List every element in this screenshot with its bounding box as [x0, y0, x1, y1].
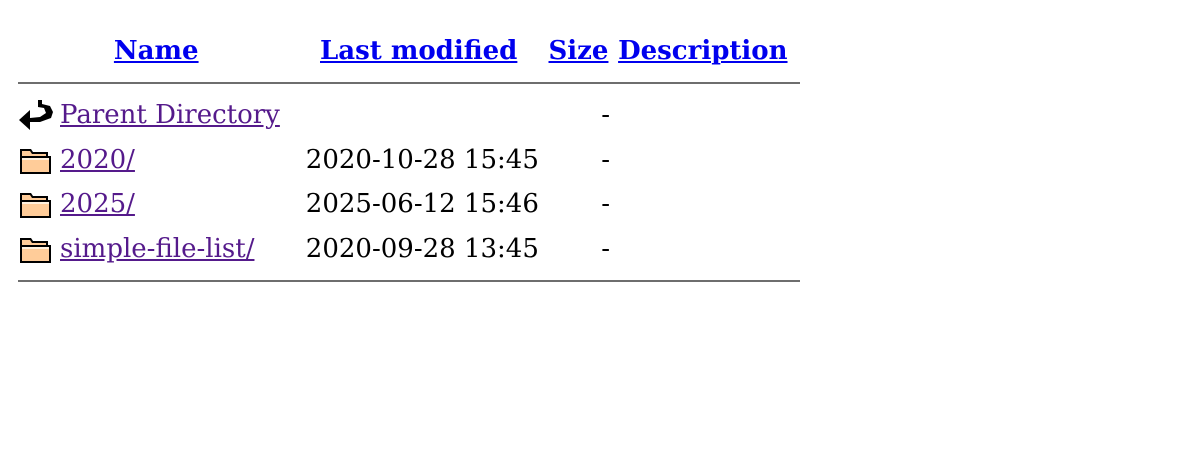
sort-by-description-link[interactable]: Description: [618, 36, 787, 66]
folder-icon: [18, 143, 54, 177]
description-cell: [614, 138, 800, 183]
folder-icon: [18, 187, 54, 221]
last-modified-cell: 2020-09-28 13:45: [305, 234, 539, 265]
description-cell: [614, 227, 800, 272]
parent-directory-link[interactable]: Parent Directory: [60, 100, 280, 130]
folder-icon: [18, 232, 54, 266]
bottom-rule: [18, 280, 800, 283]
top-separator-row: [18, 73, 800, 93]
table-row: Parent Directory -: [18, 93, 800, 138]
directory-listing-table: Name Last modified Size Description Pare…: [18, 28, 800, 291]
last-modified-cell: 2020-10-28 15:45: [305, 144, 539, 175]
size-cell: -: [601, 100, 611, 131]
folder-link-2025[interactable]: 2025/: [60, 189, 135, 219]
bottom-separator-row: [18, 271, 800, 291]
back-arrow-icon: [18, 98, 54, 132]
sort-by-name-link[interactable]: Name: [114, 36, 199, 66]
sort-by-size-link[interactable]: Size: [549, 36, 609, 66]
description-cell: [614, 93, 800, 138]
table-row: simple-file-list/ 2020-09-28 13:45 -: [18, 227, 800, 272]
size-cell: -: [601, 144, 611, 175]
size-cell: -: [601, 234, 611, 265]
description-cell: [614, 182, 800, 227]
last-modified-cell: [295, 93, 543, 138]
folder-link-simple-file-list[interactable]: simple-file-list/: [60, 234, 254, 264]
name-column-header: Name: [18, 28, 295, 73]
top-rule: [18, 82, 800, 84]
size-column-header: Size: [543, 28, 614, 73]
folder-link-2020[interactable]: 2020/: [60, 145, 135, 175]
sort-by-last-modified-link[interactable]: Last modified: [320, 36, 517, 66]
description-column-header: Description: [614, 28, 800, 73]
header-row: Name Last modified Size Description: [18, 28, 800, 73]
last-modified-column-header: Last modified: [295, 28, 543, 73]
size-cell: -: [601, 189, 611, 220]
table-row: 2020/ 2020-10-28 15:45 -: [18, 138, 800, 183]
last-modified-cell: 2025-06-12 15:46: [305, 189, 539, 220]
table-row: 2025/ 2025-06-12 15:46 -: [18, 182, 800, 227]
